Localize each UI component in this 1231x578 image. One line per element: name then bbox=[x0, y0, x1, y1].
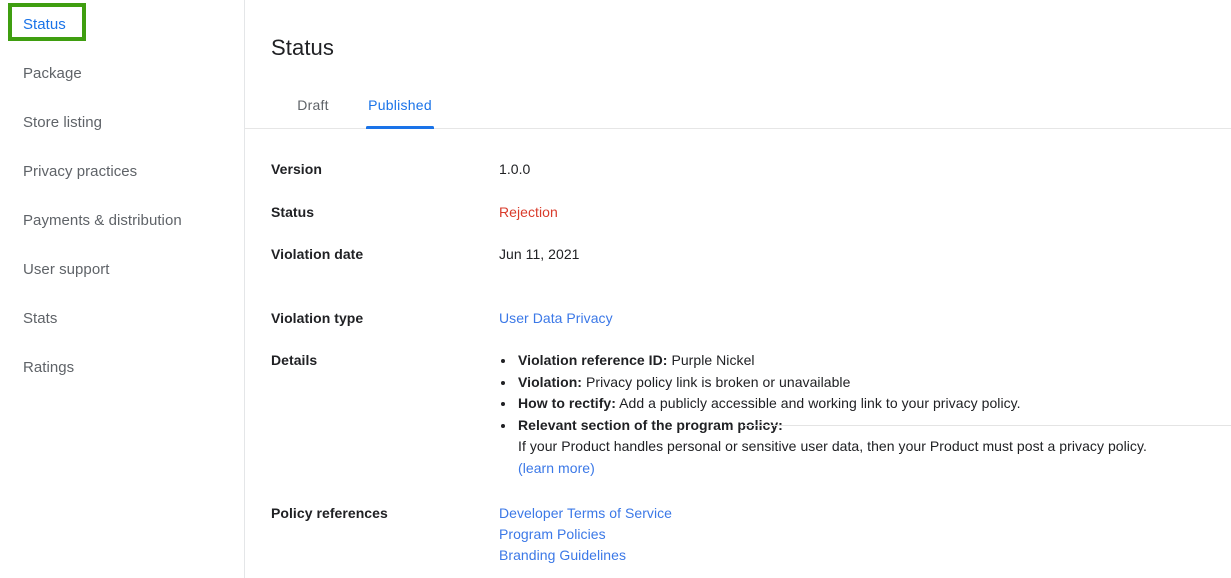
field-row-violation-date: Violation date Jun 11, 2021 bbox=[245, 244, 1231, 264]
field-value-violation-type: User Data Privacy bbox=[499, 308, 1231, 328]
bullet-strong-label: Violation reference ID: bbox=[518, 352, 668, 368]
page-title: Status bbox=[271, 34, 334, 60]
tab-bar: Draft Published bbox=[245, 82, 1231, 129]
sidebar: Status Package Store listing Privacy pra… bbox=[0, 0, 245, 578]
main-content: Status Draft Published Version 1.0.0 Sta… bbox=[245, 0, 1231, 578]
status-detail-panel: Version 1.0.0 Status Rejection Violation… bbox=[245, 129, 1231, 578]
field-row-details: Details Violation reference ID: Purple N… bbox=[245, 350, 1231, 479]
field-row-violation-type: Violation type User Data Privacy bbox=[245, 308, 1231, 328]
field-label-policy-references: Policy references bbox=[271, 505, 388, 521]
sidebar-nav-list: Status Package Store listing Privacy pra… bbox=[0, 0, 244, 392]
sidebar-item-label: Payments & distribution bbox=[23, 211, 182, 229]
sidebar-item-label: Ratings bbox=[23, 358, 75, 376]
tab-published[interactable]: Published bbox=[366, 82, 434, 129]
policy-reference-link-list: Developer Terms of Service Program Polic… bbox=[499, 503, 1231, 566]
app-root: Status Package Store listing Privacy pra… bbox=[0, 0, 1231, 578]
field-label-details: Details bbox=[271, 352, 318, 368]
policy-link-developer-terms-of-service[interactable]: Developer Terms of Service bbox=[499, 503, 1231, 524]
field-row-status: Status Rejection bbox=[245, 202, 1231, 222]
sidebar-item-label: Status bbox=[23, 15, 66, 33]
field-label-violation-date: Violation date bbox=[271, 246, 364, 262]
violation-type-link[interactable]: User Data Privacy bbox=[499, 310, 613, 326]
sidebar-item-label: Stats bbox=[23, 309, 58, 327]
sidebar-item-label: User support bbox=[23, 260, 110, 278]
sidebar-item-payments-distribution[interactable]: Payments & distribution bbox=[0, 196, 244, 245]
tab-label: Draft bbox=[297, 97, 329, 113]
sidebar-item-label: Privacy practices bbox=[23, 162, 138, 180]
bullet-text: Privacy policy link is broken or unavail… bbox=[582, 373, 851, 390]
bullet-text: Add a publicly accessible and working li… bbox=[615, 395, 1021, 411]
sidebar-item-label: Store listing bbox=[23, 113, 103, 131]
field-label-status: Status bbox=[271, 204, 315, 220]
tab-draft[interactable]: Draft bbox=[286, 82, 340, 128]
policy-link-program-policies[interactable]: Program Policies bbox=[499, 524, 1231, 545]
list-item: How to rectify: Add a publicly accessibl… bbox=[516, 393, 1231, 415]
sidebar-item-stats[interactable]: Stats bbox=[0, 294, 244, 343]
field-value-details: Violation reference ID: Purple Nickel Vi… bbox=[499, 350, 1231, 479]
sidebar-item-label: Package bbox=[23, 64, 82, 82]
policy-excerpt-text: If your Product handles personal or sens… bbox=[518, 438, 1147, 454]
field-row-version: Version 1.0.0 bbox=[245, 159, 1231, 179]
tab-label: Published bbox=[368, 97, 432, 113]
field-row-policy-references: Policy references Developer Terms of Ser… bbox=[245, 503, 1231, 566]
sidebar-item-store-listing[interactable]: Store listing bbox=[0, 98, 244, 147]
sidebar-item-ratings[interactable]: Ratings bbox=[0, 343, 244, 392]
sidebar-item-status[interactable]: Status bbox=[0, 0, 244, 49]
sidebar-item-user-support[interactable]: User support bbox=[0, 245, 244, 294]
status-badge: Rejection bbox=[499, 204, 558, 220]
sidebar-item-privacy-practices[interactable]: Privacy practices bbox=[0, 147, 244, 196]
list-item: Violation reference ID: Purple Nickel bbox=[516, 350, 1231, 372]
list-item: Violation: Privacy policy link is broken… bbox=[516, 372, 1231, 394]
field-label-version: Version bbox=[271, 161, 322, 177]
bullet-strong-label: How to rectify: bbox=[518, 395, 616, 411]
sidebar-item-package[interactable]: Package bbox=[0, 49, 244, 98]
details-bullet-list: Violation reference ID: Purple Nickel Vi… bbox=[499, 350, 1231, 479]
learn-more-link[interactable]: (learn more) bbox=[518, 458, 1231, 480]
field-value-violation-date: Jun 11, 2021 bbox=[499, 246, 580, 262]
bullet-text: Purple Nickel bbox=[667, 352, 755, 368]
field-value-version: 1.0.0 bbox=[499, 161, 531, 177]
field-label-violation-type: Violation type bbox=[271, 310, 364, 326]
bullet-strong-label: Violation: bbox=[518, 373, 583, 390]
section-divider bbox=[744, 425, 1231, 426]
policy-link-branding-guidelines[interactable]: Branding Guidelines bbox=[499, 545, 1231, 566]
